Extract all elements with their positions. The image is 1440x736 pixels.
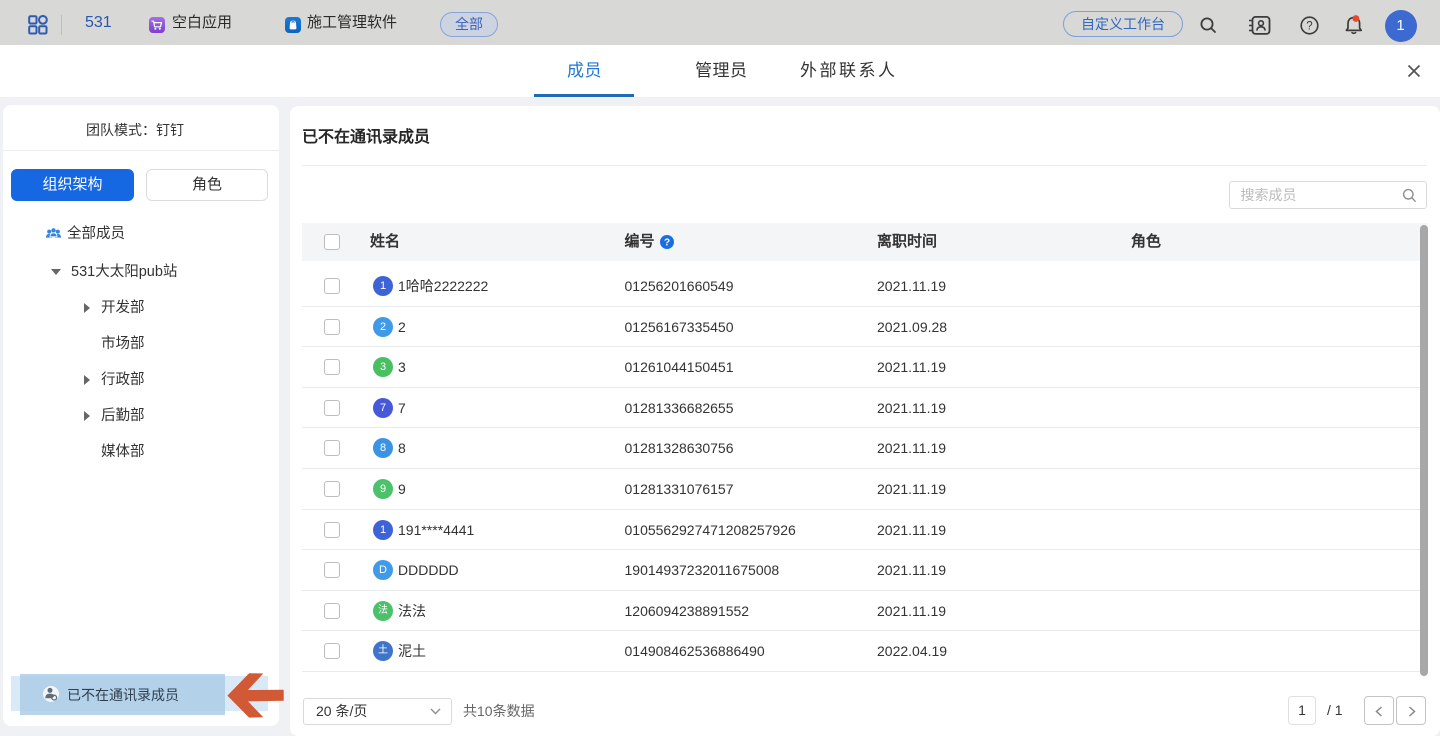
svg-text:?: ? (664, 238, 670, 249)
svg-text:?: ? (1306, 21, 1312, 33)
